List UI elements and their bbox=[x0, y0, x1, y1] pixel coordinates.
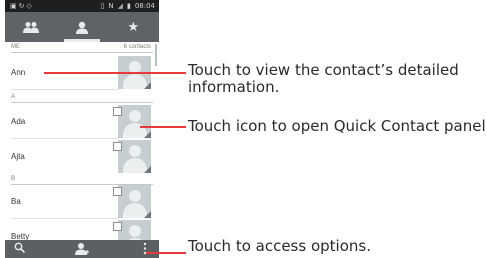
section-label: B bbox=[11, 176, 16, 182]
callout-options-text: Touch to access options. bbox=[188, 237, 371, 255]
status-left-icons: ▣↻◇ bbox=[10, 0, 34, 12]
callout-line-detail bbox=[44, 72, 186, 74]
callout-quick-contact-text: Touch icon to open Quick Contact panel. bbox=[188, 117, 487, 135]
contact-row-ada[interactable]: Ada bbox=[5, 104, 159, 139]
callout-detail-text: Touch to view the contact’s detailed inf… bbox=[188, 62, 459, 96]
contact-name: Ada bbox=[11, 117, 26, 126]
callout-detail-line2: information. bbox=[188, 78, 280, 96]
callout-detail-line1: Touch to view the contact’s detailed bbox=[188, 61, 459, 79]
contact-count: 6 contacts bbox=[123, 44, 151, 50]
sync-icon: ↻ bbox=[18, 2, 27, 10]
contact-row-ba[interactable]: Ba bbox=[5, 184, 159, 219]
contact-avatar[interactable] bbox=[118, 140, 151, 173]
add-contact-button[interactable] bbox=[75, 242, 89, 258]
section-header-me: ME 6 contacts bbox=[5, 42, 159, 53]
contact-name: Ann bbox=[11, 68, 26, 77]
callout-line-options bbox=[146, 252, 186, 254]
select-checkbox[interactable] bbox=[113, 222, 122, 231]
image-icon: ▣ bbox=[10, 2, 19, 10]
section-label: A bbox=[11, 94, 16, 100]
group-icon bbox=[22, 22, 39, 33]
battery-icon: ▮ bbox=[126, 2, 131, 10]
tab-contacts[interactable] bbox=[56, 12, 107, 42]
bottom-action-bar bbox=[5, 240, 159, 258]
contact-name: Ba bbox=[11, 197, 21, 206]
overflow-menu-button[interactable] bbox=[143, 242, 147, 258]
section-header-a: A bbox=[5, 92, 159, 103]
select-checkbox[interactable] bbox=[113, 107, 122, 116]
tab-bar: ★ bbox=[5, 12, 159, 42]
wifi-icon: ◇ bbox=[26, 2, 34, 10]
person-icon bbox=[75, 21, 88, 34]
select-checkbox[interactable] bbox=[113, 142, 122, 151]
tab-favorites[interactable]: ★ bbox=[108, 12, 159, 42]
vibrate-icon: ▯ bbox=[100, 2, 105, 10]
star-icon: ★ bbox=[127, 19, 140, 35]
status-right-icons: ▯ N ◢ ▮ 08:04 bbox=[100, 0, 155, 12]
callout-line-quick-contact bbox=[140, 126, 186, 128]
search-button[interactable] bbox=[14, 242, 26, 256]
select-checkbox[interactable] bbox=[113, 187, 122, 196]
nfc-icon: N bbox=[108, 2, 114, 10]
search-icon bbox=[14, 242, 26, 254]
tab-groups[interactable] bbox=[5, 12, 56, 42]
add-contact-icon bbox=[75, 243, 89, 255]
contact-avatar[interactable] bbox=[118, 105, 151, 138]
signal-icon: ◢ bbox=[117, 2, 123, 10]
contacts-screen: ▣↻◇ ▯ N ◢ ▮ 08:04 ★ ME 6 contacts Ann A … bbox=[5, 0, 159, 258]
contact-row-ajta[interactable]: Ajta bbox=[5, 139, 159, 174]
status-bar: ▣↻◇ ▯ N ◢ ▮ 08:04 bbox=[5, 0, 159, 12]
contact-name: Ajta bbox=[11, 152, 25, 161]
section-label: ME bbox=[11, 44, 20, 50]
contact-avatar[interactable] bbox=[118, 185, 151, 218]
status-time: 08:04 bbox=[134, 2, 155, 10]
